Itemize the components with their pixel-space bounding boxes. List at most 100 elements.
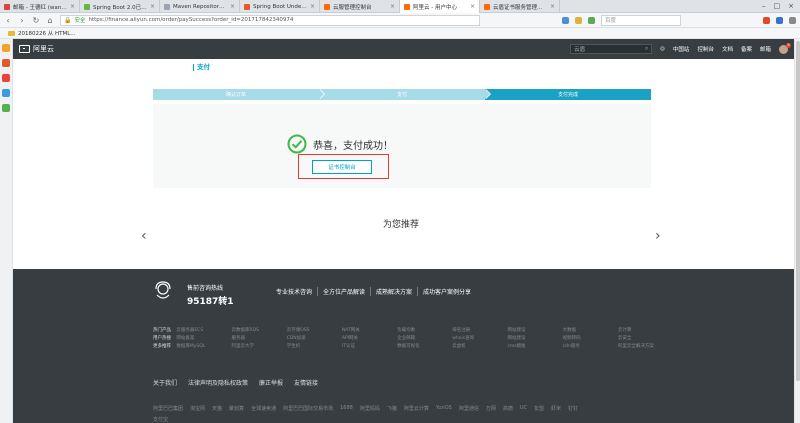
- recommend-title: 为您推荐: [383, 220, 420, 230]
- site-header: 阿里云 云盾 ⌕ ◎ 中国站 控制台 文档 备案 邮箱 5: [13, 39, 794, 59]
- close-window-icon[interactable]: ×: [788, 2, 794, 10]
- browser-tab[interactable]: Spring Boot 2.0已发布...×: [80, 0, 160, 13]
- browser-tab[interactable]: 云盾证书服务管理控制台×: [480, 0, 560, 13]
- browser-tab[interactable]: Spring Boot Undertow...×: [240, 0, 320, 13]
- globe-icon: ◎: [660, 46, 665, 52]
- footer-link[interactable]: 成熟解决方案: [371, 287, 419, 296]
- close-icon[interactable]: ×: [470, 3, 475, 10]
- partner-link[interactable]: 阿里云计算: [404, 405, 429, 412]
- extension-icon[interactable]: [562, 16, 569, 24]
- footer-link[interactable]: 专业技术咨询: [271, 287, 319, 296]
- footer-grid-row: 热门产品 云服务器ECS 云数据库RDS 云存储OSS NAT网关 负载均衡 域…: [153, 328, 632, 333]
- success-panel: [153, 104, 651, 188]
- partner-link[interactable]: 阿里通信: [459, 405, 479, 412]
- reload-icon[interactable]: ↻: [32, 16, 40, 25]
- nav-filing[interactable]: 备案: [741, 45, 752, 53]
- close-icon[interactable]: ×: [390, 3, 395, 10]
- window-controls: – □ ×: [762, 0, 800, 12]
- bookmark-item[interactable]: 20180226 从 HTML...: [18, 29, 76, 37]
- partner-link[interactable]: 阿里妈妈: [360, 405, 380, 412]
- partner-link[interactable]: YunOS: [436, 405, 452, 412]
- scrollbar-thumb[interactable]: [796, 41, 800, 381]
- chevron-left-icon[interactable]: ‹: [141, 228, 147, 244]
- favicon-icon: [84, 3, 90, 10]
- headset-icon: [155, 281, 171, 299]
- close-icon[interactable]: ×: [550, 3, 555, 10]
- avatar[interactable]: 5: [779, 42, 791, 54]
- header-nav: 云盾 ⌕ ◎ 中国站 控制台 文档 备案 邮箱 5: [570, 42, 791, 54]
- browser-tab[interactable]: 云服管理控制台 ×: [320, 0, 400, 13]
- partner-link[interactable]: 支付宝: [153, 416, 168, 423]
- star-icon[interactable]: [2, 44, 10, 52]
- forward-icon[interactable]: ›: [18, 16, 26, 25]
- close-icon[interactable]: ×: [230, 3, 235, 10]
- header-search-input[interactable]: 云盾 ⌕: [570, 44, 653, 54]
- site-selector[interactable]: 中国站: [673, 45, 690, 53]
- partner-link[interactable]: 钉钉: [568, 405, 578, 412]
- browser-sidebar: [0, 39, 13, 423]
- close-icon[interactable]: ×: [310, 3, 315, 10]
- extension-icon[interactable]: [776, 16, 783, 24]
- check-circle-icon: [287, 134, 307, 154]
- step-confirm-order: 确认订单: [153, 89, 325, 100]
- back-icon[interactable]: ‹: [4, 16, 12, 25]
- toolbar-icons: [763, 16, 796, 24]
- browser-tab[interactable]: Maven Repository: o...×: [160, 0, 240, 13]
- scrollbar[interactable]: [794, 39, 800, 423]
- weibo-icon[interactable]: [2, 74, 10, 82]
- favicon-icon: [324, 3, 330, 10]
- chat-icon[interactable]: [2, 89, 10, 97]
- friend-link[interactable]: 友情链接: [294, 378, 318, 387]
- nav-docs[interactable]: 文档: [722, 45, 733, 53]
- chevron-right-icon[interactable]: ›: [655, 228, 661, 244]
- extension-icon[interactable]: [575, 16, 582, 24]
- extension-icon[interactable]: [588, 16, 595, 24]
- step-arrow: [485, 89, 490, 99]
- partner-link[interactable]: 高德: [503, 405, 513, 412]
- partner-link[interactable]: 飞猪: [387, 405, 397, 412]
- footer-link[interactable]: 成功客户案例分享: [418, 287, 476, 296]
- minimize-icon[interactable]: –: [762, 2, 766, 10]
- partner-link[interactable]: 虾米: [551, 405, 561, 412]
- report-link[interactable]: 廉正举报: [259, 378, 283, 387]
- hotline-label: 售前咨询热线: [187, 285, 224, 292]
- favicon-icon: [484, 3, 490, 10]
- partner-link[interactable]: 天猫: [212, 405, 222, 412]
- page-title: 支付: [193, 64, 210, 71]
- folder-icon: [8, 30, 15, 36]
- footer-partners: 阿里巴巴集团 淘宝网 天猫 聚划算 全球速卖通 阿里巴巴国际交易市场 1688 …: [153, 405, 578, 412]
- about-link[interactable]: 关于我们: [153, 378, 177, 387]
- partner-link[interactable]: 阿里巴巴国际交易市场: [283, 405, 333, 412]
- browser-tab[interactable]: 邮箱 - 王德红 (wangjhu...×: [0, 0, 80, 13]
- maximize-icon[interactable]: □: [774, 2, 781, 10]
- success-message: 恭喜，支付成功！: [313, 141, 393, 152]
- cert-console-button[interactable]: 证书控制台: [312, 160, 372, 174]
- app-icon[interactable]: [2, 104, 10, 112]
- extension-icon[interactable]: [763, 16, 770, 24]
- browser-tab-active[interactable]: 阿里云 - 用户中心 ×: [400, 0, 480, 13]
- partner-link[interactable]: 聚划算: [229, 405, 244, 412]
- favicon-icon: [4, 3, 10, 10]
- menu-icon[interactable]: [789, 16, 796, 24]
- nav-console[interactable]: 控制台: [697, 45, 714, 53]
- close-icon[interactable]: ×: [150, 3, 155, 10]
- partner-link[interactable]: 万网: [486, 405, 496, 412]
- aliyun-logo[interactable]: 阿里云: [19, 44, 54, 54]
- partner-link[interactable]: 友盟: [534, 405, 544, 412]
- home-icon[interactable]: ⌂: [46, 16, 54, 25]
- favicon-icon: [404, 3, 410, 10]
- partner-link[interactable]: 阿里巴巴集团: [153, 405, 183, 412]
- partner-link[interactable]: UC: [520, 405, 527, 412]
- partner-link[interactable]: 1688: [340, 405, 353, 412]
- nav-mail[interactable]: 邮箱: [760, 45, 771, 53]
- step-complete: 支付完成: [485, 89, 651, 100]
- partner-link[interactable]: 淘宝网: [190, 405, 205, 412]
- close-icon[interactable]: ×: [70, 3, 75, 10]
- footer-link[interactable]: 全方位产品解读: [318, 287, 372, 296]
- url-field[interactable]: 🔒 安全 https://finance.aliyun.com/order/pa…: [60, 14, 480, 26]
- legal-link[interactable]: 法律声明及隐私权政策: [188, 378, 248, 387]
- browser-search-input[interactable]: 百度: [601, 14, 681, 26]
- search-icon[interactable]: ⌕: [645, 46, 648, 53]
- rss-icon[interactable]: [2, 59, 10, 67]
- partner-link[interactable]: 全球速卖通: [251, 405, 276, 412]
